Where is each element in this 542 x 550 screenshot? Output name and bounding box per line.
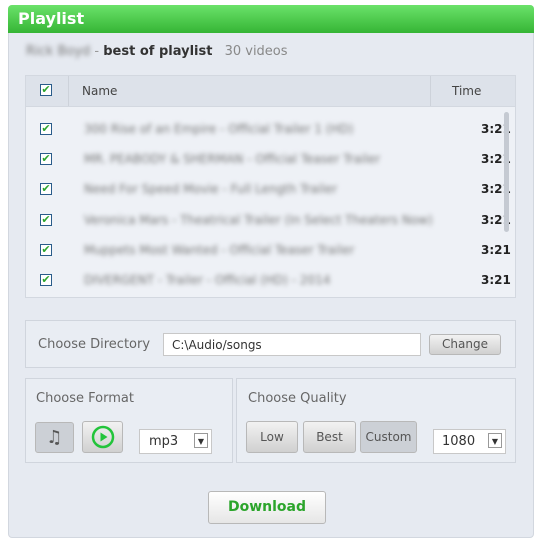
playlist-owner: Rick Boyd (26, 44, 91, 59)
quality-label: Choose Quality (248, 391, 347, 406)
table-row[interactable]: ✔ DIVERGENT - Trailer - Official (HD) - 2… (26, 271, 511, 291)
video-title: MR. PEABODY & SHERMAN - Official Teaser … (84, 152, 381, 167)
resolution-select[interactable]: 1080 ▼ (433, 429, 506, 454)
video-time: 3:21 (481, 242, 511, 257)
video-title: Muppets Most Wanted - Official Teaser Tr… (84, 242, 355, 257)
directory-input[interactable]: C:\Audio/songs (163, 333, 421, 356)
row-checkbox[interactable]: ✔ (40, 153, 52, 166)
select-all-checkbox[interactable]: ✔ (40, 84, 52, 96)
video-title: Veronica Mars - Theatrical Trailer (In S… (84, 212, 433, 227)
video-count: 30 videos (224, 44, 288, 59)
chevron-down-icon: ▼ (488, 433, 502, 448)
video-title: DIVERGENT - Trailer - Official (HD) - 20… (84, 273, 331, 287)
format-section: Choose Format ♫ mp3 ▼ (25, 378, 233, 463)
directory-label: Choose Directory (38, 337, 151, 352)
row-checkbox[interactable]: ✔ (40, 123, 52, 135)
table-row[interactable]: ✔ Muppets Most Wanted - Official Teaser T… (26, 241, 511, 261)
column-name: Name (82, 84, 118, 98)
format-label: Choose Format (36, 391, 134, 406)
music-note-icon: ♫ (46, 427, 63, 448)
scrollbar[interactable] (504, 112, 509, 232)
table-row[interactable]: ✔ 300 Rise of an Empire - Official Traile… (26, 120, 511, 140)
playlist-info: Rick Boyd - best of playlist 30 videos (26, 44, 288, 59)
format-select[interactable]: mp3 ▼ (139, 429, 212, 454)
video-title: Need For Speed Movie - Full Length Trail… (84, 182, 338, 197)
video-title: 300 Rise of an Empire - Official Trailer… (84, 122, 354, 136)
video-format-button[interactable] (82, 421, 123, 453)
table-row[interactable]: ✔ MR. PEABODY & SHERMAN - Official Teaser… (26, 150, 511, 170)
play-circle-icon (91, 425, 114, 449)
quality-low-button[interactable]: Low (246, 421, 298, 453)
quality-best-button[interactable]: Best (303, 421, 356, 453)
row-checkbox[interactable]: ✔ (40, 243, 52, 256)
change-button[interactable]: Change (429, 334, 501, 355)
download-button[interactable]: Download (208, 491, 326, 524)
quality-custom-button[interactable]: Custom (360, 421, 417, 453)
row-checkbox[interactable]: ✔ (40, 183, 52, 196)
resolution-value: 1080 (442, 434, 476, 449)
video-time: 3:21 (481, 273, 511, 287)
row-checkbox[interactable]: ✔ (40, 274, 52, 286)
chevron-down-icon: ▼ (194, 433, 208, 448)
table-header: ✔ Name Time (26, 76, 515, 107)
format-value: mp3 (149, 434, 179, 449)
table-row[interactable]: ✔ Veronica Mars - Theatrical Trailer (In … (26, 211, 511, 231)
column-time: Time (452, 84, 482, 98)
quality-section: Choose Quality Low Best Custom 1080 ▼ (236, 378, 516, 463)
directory-section: Choose Directory C:\Audio/songs Change (25, 320, 516, 368)
table-row[interactable]: ✔ Need For Speed Movie - Full Length Trai… (26, 180, 511, 200)
row-checkbox[interactable]: ✔ (40, 213, 52, 226)
audio-format-button[interactable]: ♫ (35, 422, 74, 453)
panel-title: Playlist (8, 5, 534, 33)
playlist-name: best of playlist (103, 44, 213, 59)
